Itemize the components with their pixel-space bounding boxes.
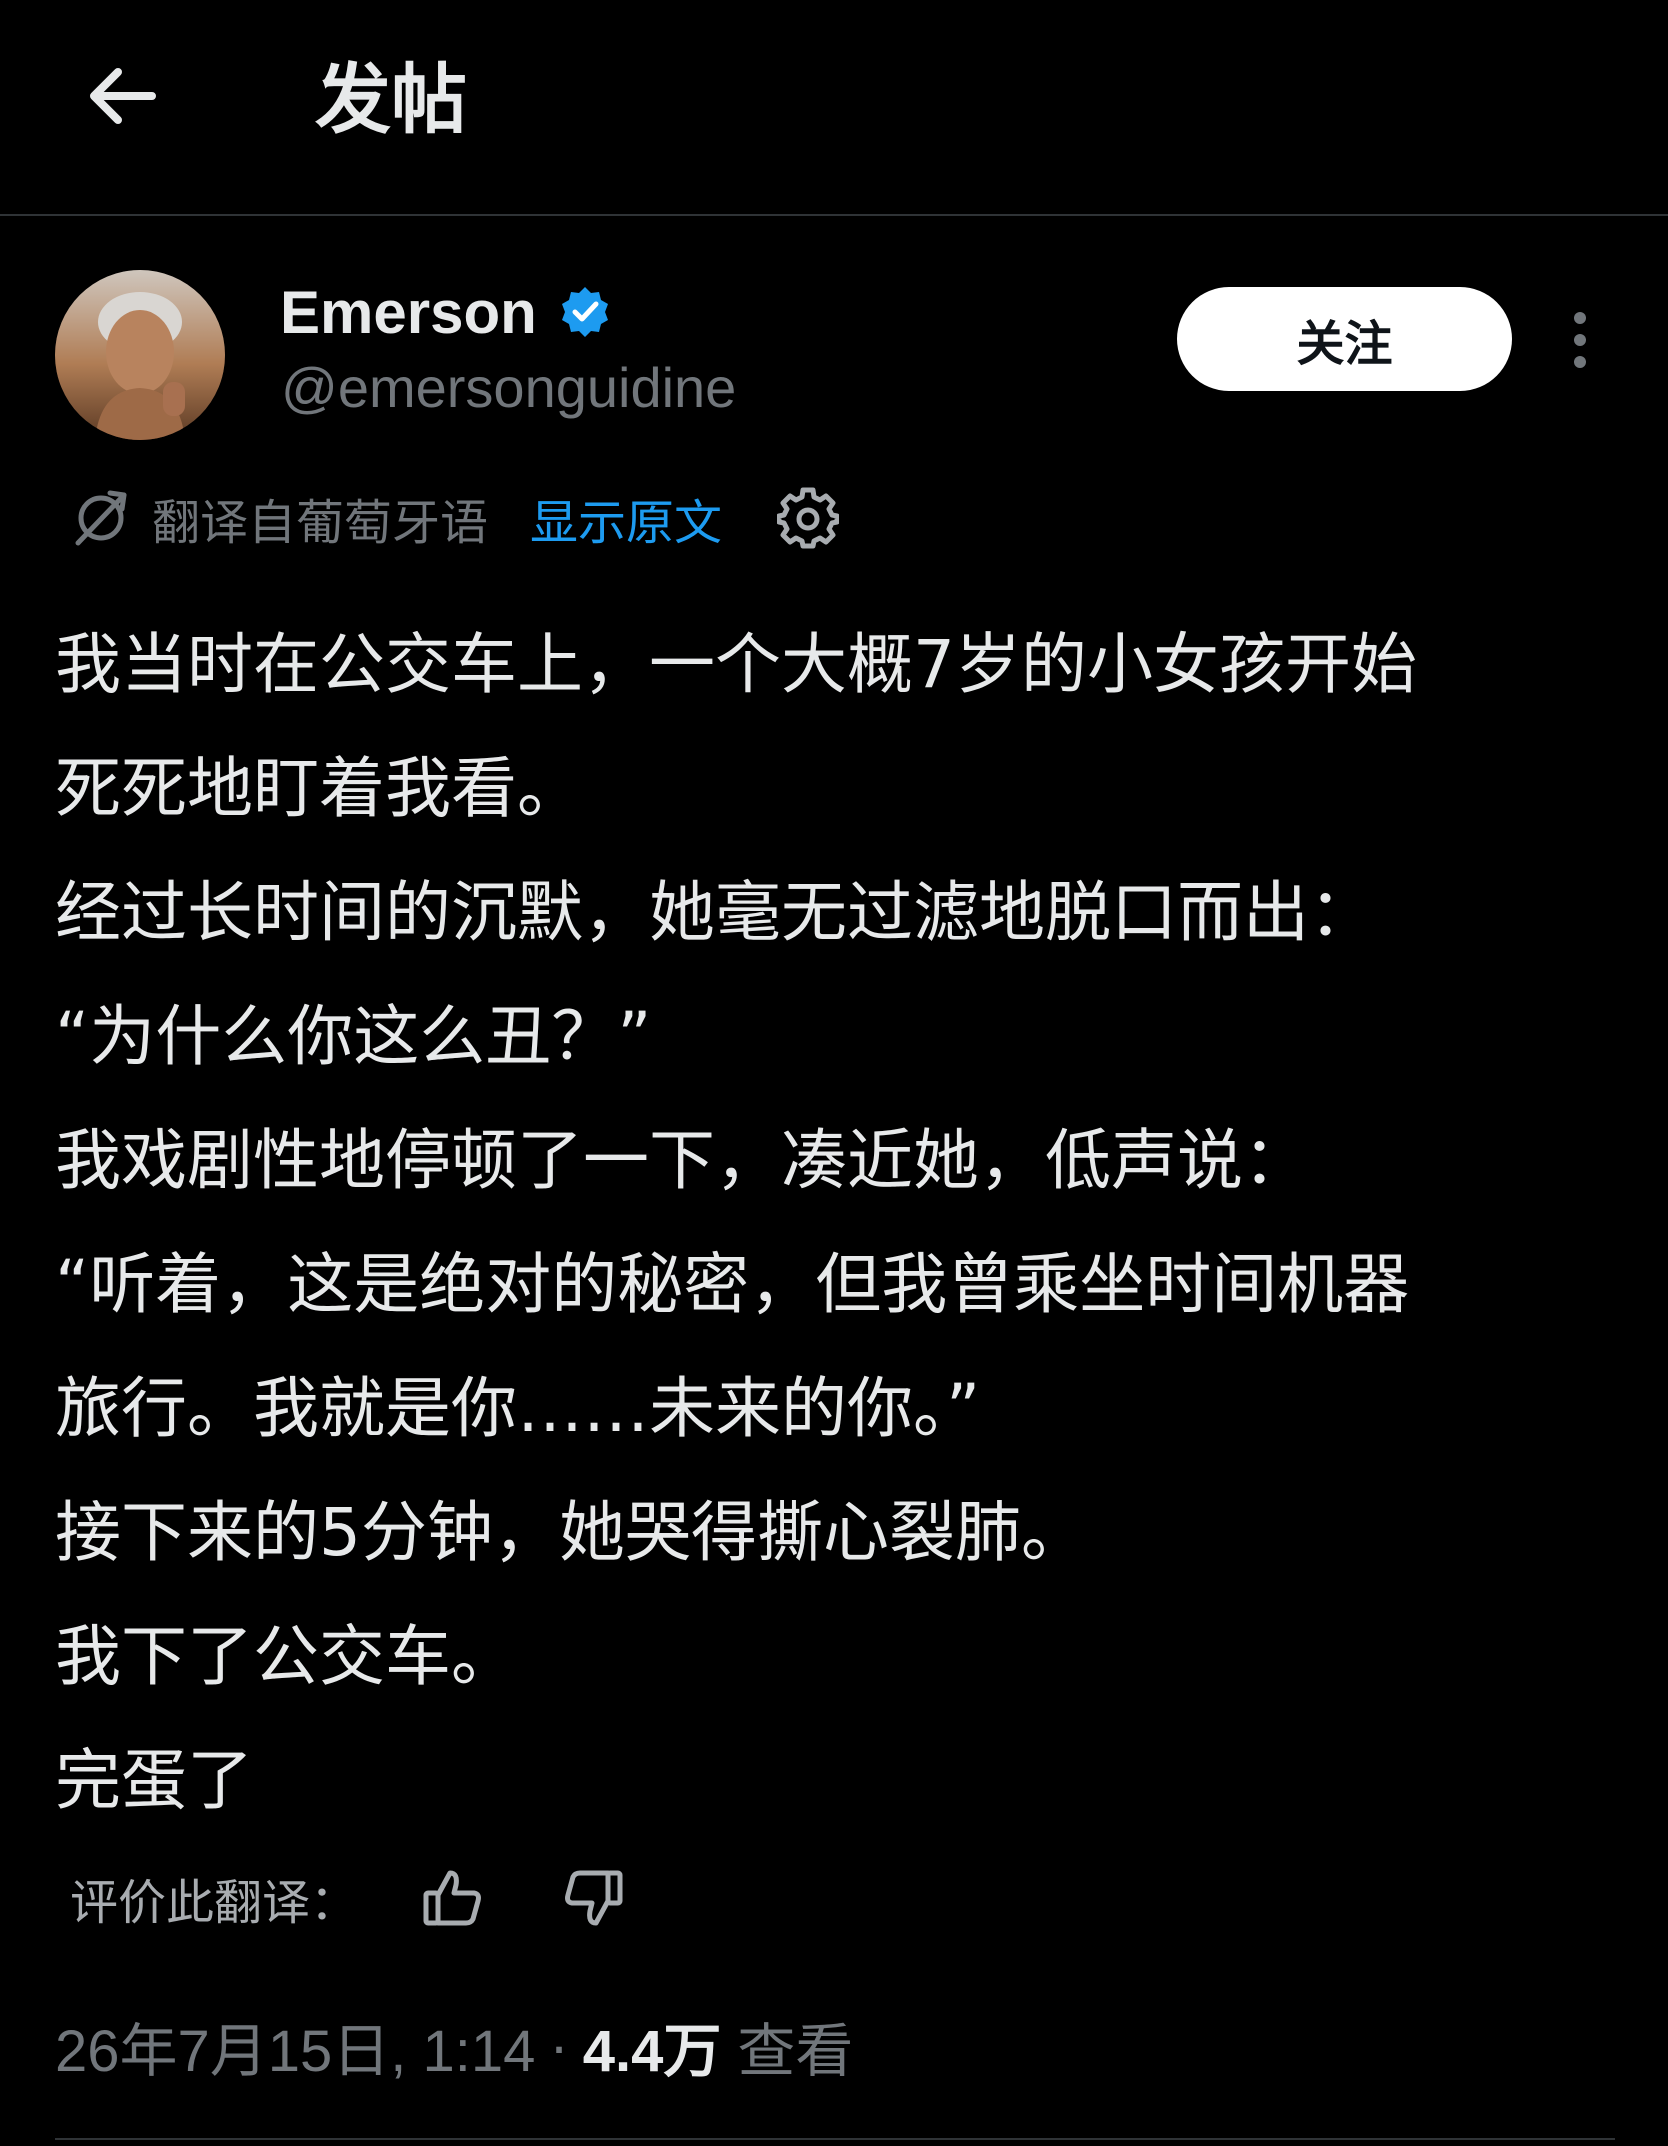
meta-separator: · [549,2013,569,2079]
author-name-row[interactable]: Emerson [280,272,613,352]
avatar[interactable] [55,270,225,440]
post-line: “为什么你这么丑？” [55,998,652,1075]
verified-badge-icon [561,287,608,337]
post-line: 旅行。我就是你……未来的你。” [55,1370,981,1447]
back-button[interactable] [72,46,172,146]
views-count: 4.4万 [582,2019,722,2084]
rate-translation-row: 评价此翻译： [70,1858,626,1938]
post-line: 接下来的5分钟，她哭得撕心裂肺。 [55,1494,1087,1571]
post-line: 完蛋了 [55,1742,253,1819]
show-original-link[interactable]: 显示原文 [530,483,722,553]
views-label: 查看 [737,2019,854,2084]
top-bar: 发帖 [0,0,1668,216]
thumbs-up-icon[interactable] [420,1865,486,1931]
post-line: 我下了公交车。 [55,1618,517,1695]
author-handle[interactable]: @emersonguidine [281,352,736,424]
post-line: 经过长时间的沉默，她毫无过滤地脱口而出： [55,874,1375,951]
post-text: 我当时在公交车上，一个大概7岁的小女孩开始 死死地盯着我看。 经过长时间的沉默，… [55,603,1615,1843]
follow-button[interactable]: 关注 [1177,287,1512,391]
author-display-name: Emerson [280,278,537,346]
translation-notice: 翻译自葡萄牙语 显示原文 [70,478,840,558]
arrow-left-icon [90,68,156,124]
post-line: 我戏剧性地停顿了一下，凑近她，低声说： [55,1122,1309,1199]
translation-source-label: 翻译自葡萄牙语 [152,495,489,551]
rate-translation-label: 评价此翻译： [70,1875,359,1931]
translate-icon [75,490,127,546]
post-line: “听着，这是绝对的秘密，但我曾乘坐时间机器 [55,1246,1410,1323]
divider [55,2138,1615,2140]
post-meta: 26年7月15日, 1:14 · 4.4万 查看 [55,2006,853,2086]
post-line: 我当时在公交车上，一个大概7岁的小女孩开始 [55,626,1417,703]
page-title: 发帖 [315,55,467,144]
more-options-button[interactable] [1555,300,1605,380]
post-line: 死死地盯着我看。 [55,750,583,827]
gear-icon[interactable] [777,487,840,549]
more-vertical-icon [1574,312,1586,368]
thumbs-down-icon[interactable] [560,1865,626,1931]
post-timestamp[interactable]: 26年7月15日, 1:14 [55,2004,535,2088]
